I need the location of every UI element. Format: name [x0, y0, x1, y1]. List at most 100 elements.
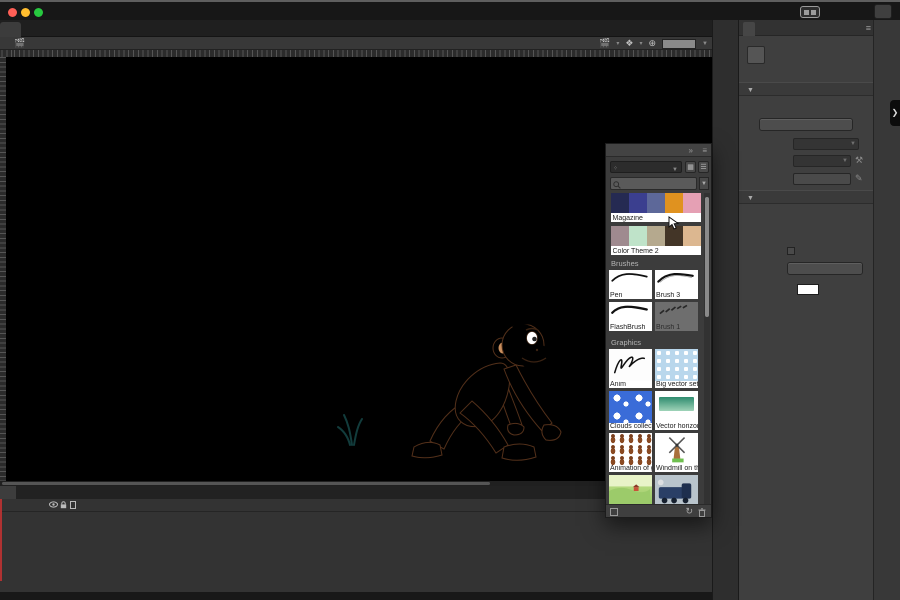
color-swatch[interactable] — [683, 193, 701, 213]
library-item-label: Clouds collectio... — [609, 423, 652, 430]
minimize-window-button[interactable] — [21, 8, 30, 17]
library-item-label: Big vector set of... — [655, 381, 698, 388]
triangle-down-icon: ▼ — [747, 87, 754, 94]
cc-panel-header[interactable]: » ≡ — [606, 144, 711, 157]
library-item-graphic[interactable]: Clouds collectio... — [609, 391, 652, 430]
properties-panel: ≡ ▼ ▼ ▼ ⚒ ✎ ▼ — [738, 20, 873, 600]
panel-menu-icon[interactable]: ≡ — [866, 23, 871, 33]
advanced-settings-button[interactable] — [787, 262, 863, 275]
library-item-label: Magazine — [613, 215, 643, 222]
cc-panel-footer: ↻ — [606, 504, 711, 517]
select-items-icon[interactable] — [610, 508, 618, 516]
library-item-label: Pen — [609, 292, 652, 299]
search-input[interactable] — [610, 177, 697, 190]
library-item-graphic[interactable]: Anim — [609, 349, 652, 388]
library-item-label: Windmill on the... — [655, 465, 698, 472]
library-icon: ⁘ — [613, 164, 619, 171]
scrollbar-handle[interactable] — [2, 482, 490, 485]
wrench-icon[interactable]: ⚒ — [855, 155, 863, 166]
library-item-graphic[interactable]: Big vector set of... — [655, 349, 698, 388]
panel-expand-notch[interactable]: ❯ — [890, 100, 900, 126]
publish-section-header[interactable]: ▼ — [739, 82, 874, 96]
sync-icon[interactable]: ↻ — [685, 505, 693, 518]
search-scope-dropdown[interactable]: ▼ — [699, 177, 709, 190]
library-item-brush[interactable]: Brush 1 — [655, 302, 698, 331]
close-window-button[interactable] — [8, 8, 17, 17]
library-item-brush[interactable]: Brush 3 — [655, 270, 698, 299]
show-hide-all-icon[interactable] — [49, 501, 58, 510]
library-item-label: Vector horizont... — [655, 423, 698, 430]
brush-preview — [655, 302, 698, 324]
workspace-switcher-icon[interactable] — [800, 6, 820, 18]
menu-bar — [0, 0, 900, 20]
library-item-color-theme[interactable]: Color Theme 2 — [611, 226, 701, 255]
document-type-icon — [747, 46, 765, 64]
brush-preview — [609, 270, 652, 292]
collapse-panel-icon[interactable]: » — [689, 144, 693, 157]
playhead[interactable] — [0, 499, 2, 581]
library-item-graphic[interactable]: Vector horizont... — [655, 391, 698, 430]
horizontal-ruler — [0, 50, 712, 57]
color-swatch[interactable] — [647, 226, 665, 246]
zoom-dropdown-icon[interactable]: ▼ — [702, 41, 708, 47]
color-swatch[interactable] — [629, 226, 647, 246]
edit-bar: 🎬 🎬▾ ❖▾ ⊕ ▼ — [0, 37, 712, 50]
mouse-cursor — [668, 216, 680, 230]
publish-settings-button[interactable] — [759, 118, 853, 131]
color-swatch[interactable] — [647, 193, 665, 213]
cc-panel-scrollbar[interactable] — [704, 193, 710, 506]
brush-preview — [609, 302, 652, 324]
center-frame-icon[interactable]: ⊕ — [649, 38, 657, 49]
scale-content-checkbox[interactable] — [787, 247, 795, 255]
library-item-graphic[interactable]: Windmill on the... — [655, 433, 698, 472]
color-swatch[interactable] — [683, 226, 701, 246]
script-select[interactable]: ▼ — [793, 155, 851, 167]
stage-zoom-input[interactable] — [662, 39, 696, 49]
pencil-edit-icon[interactable]: ✎ — [855, 173, 863, 184]
library-item-color-theme[interactable]: Magazine — [611, 193, 701, 222]
library-item-label: Color Theme 2 — [613, 248, 659, 255]
lock-all-icon[interactable] — [60, 501, 67, 511]
outline-all-icon[interactable] — [70, 501, 76, 511]
properties-section-header[interactable]: ▼ — [739, 190, 874, 204]
color-swatch[interactable] — [629, 193, 647, 213]
triangle-down-icon: ▼ — [747, 195, 754, 202]
color-swatch[interactable] — [611, 226, 629, 246]
target-select[interactable]: ▼ — [793, 138, 859, 150]
tab-properties[interactable] — [743, 22, 755, 36]
library-select[interactable]: ⁘ ▼ — [610, 161, 682, 173]
animate-window: 🎬 🎬▾ ❖▾ ⊕ ▼ — [0, 0, 900, 600]
chevron-down-icon: ▼ — [672, 165, 678, 176]
brushes-section-header: Brushes — [611, 259, 705, 268]
zoom-window-button[interactable] — [34, 8, 43, 17]
tab-timeline[interactable] — [0, 486, 16, 499]
library-item-label: Animation of go... — [609, 465, 652, 472]
workspace-button[interactable] — [874, 4, 892, 19]
edit-symbols-icon[interactable]: ❖ — [625, 38, 633, 49]
library-item-label: Brush 1 — [655, 324, 698, 331]
color-swatch[interactable] — [665, 193, 683, 213]
scrollbar-handle[interactable] — [705, 197, 709, 317]
timeline-status-strip — [0, 592, 712, 600]
library-item-graphic[interactable]: Animation of go... — [609, 433, 652, 472]
color-swatch[interactable] — [611, 193, 629, 213]
vertical-ruler — [0, 57, 6, 481]
tab-output[interactable] — [52, 486, 68, 499]
edit-scene-icon[interactable]: 🎬 — [599, 38, 610, 49]
scene-clapper-icon: 🎬 — [14, 38, 25, 49]
library-item-label: Brush 3 — [655, 292, 698, 299]
library-item-brush[interactable]: FlashBrush — [609, 302, 652, 331]
document-tab[interactable] — [0, 22, 21, 37]
library-item-brush[interactable]: Pen — [609, 270, 652, 299]
brush-preview — [655, 270, 698, 292]
panel-menu-icon[interactable]: ≡ — [702, 144, 707, 157]
list-view-button[interactable]: ☰ — [698, 161, 709, 173]
search-icon — [613, 181, 621, 189]
library-item-graphic[interactable]: Village Landsca... — [609, 475, 652, 506]
grid-view-button[interactable]: ▦ — [685, 161, 696, 173]
trash-icon[interactable] — [698, 508, 706, 517]
library-item-graphic[interactable]: Blue Train / Old... — [655, 475, 698, 506]
graphics-section-header: Graphics — [611, 338, 705, 347]
stage-color-swatch[interactable] — [797, 284, 819, 295]
class-input[interactable] — [793, 173, 851, 185]
